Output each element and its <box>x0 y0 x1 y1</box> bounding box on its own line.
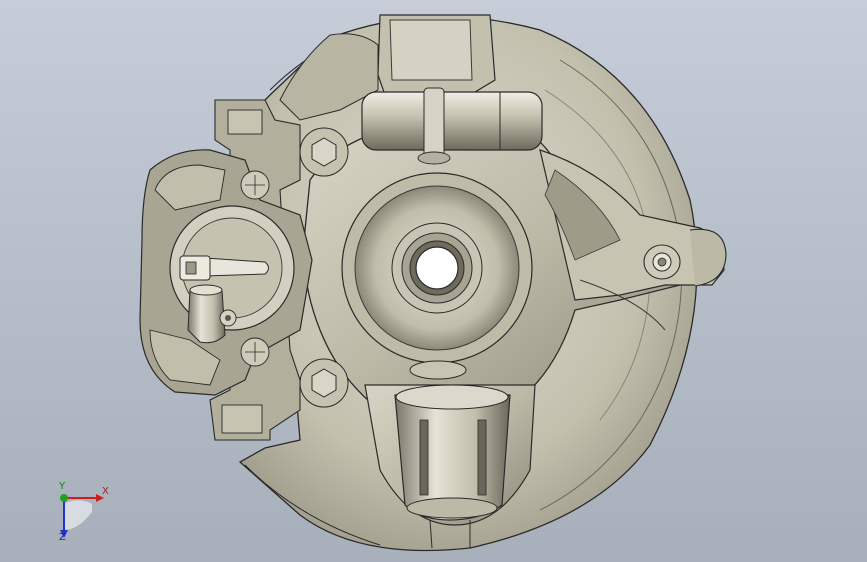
upper-bolt[interactable] <box>299 127 349 177</box>
lower-bolt[interactable] <box>299 358 349 408</box>
knuckle-assembly-model[interactable] <box>0 0 867 562</box>
z-axis-label: Z <box>59 532 66 543</box>
y-axis-label: Y <box>59 481 66 492</box>
hub-bore[interactable] <box>341 172 533 364</box>
x-axis-label: X <box>102 486 109 497</box>
coordinate-triad: X Y Z <box>44 482 114 544</box>
graphics-viewport[interactable]: X Y Z <box>0 0 867 562</box>
